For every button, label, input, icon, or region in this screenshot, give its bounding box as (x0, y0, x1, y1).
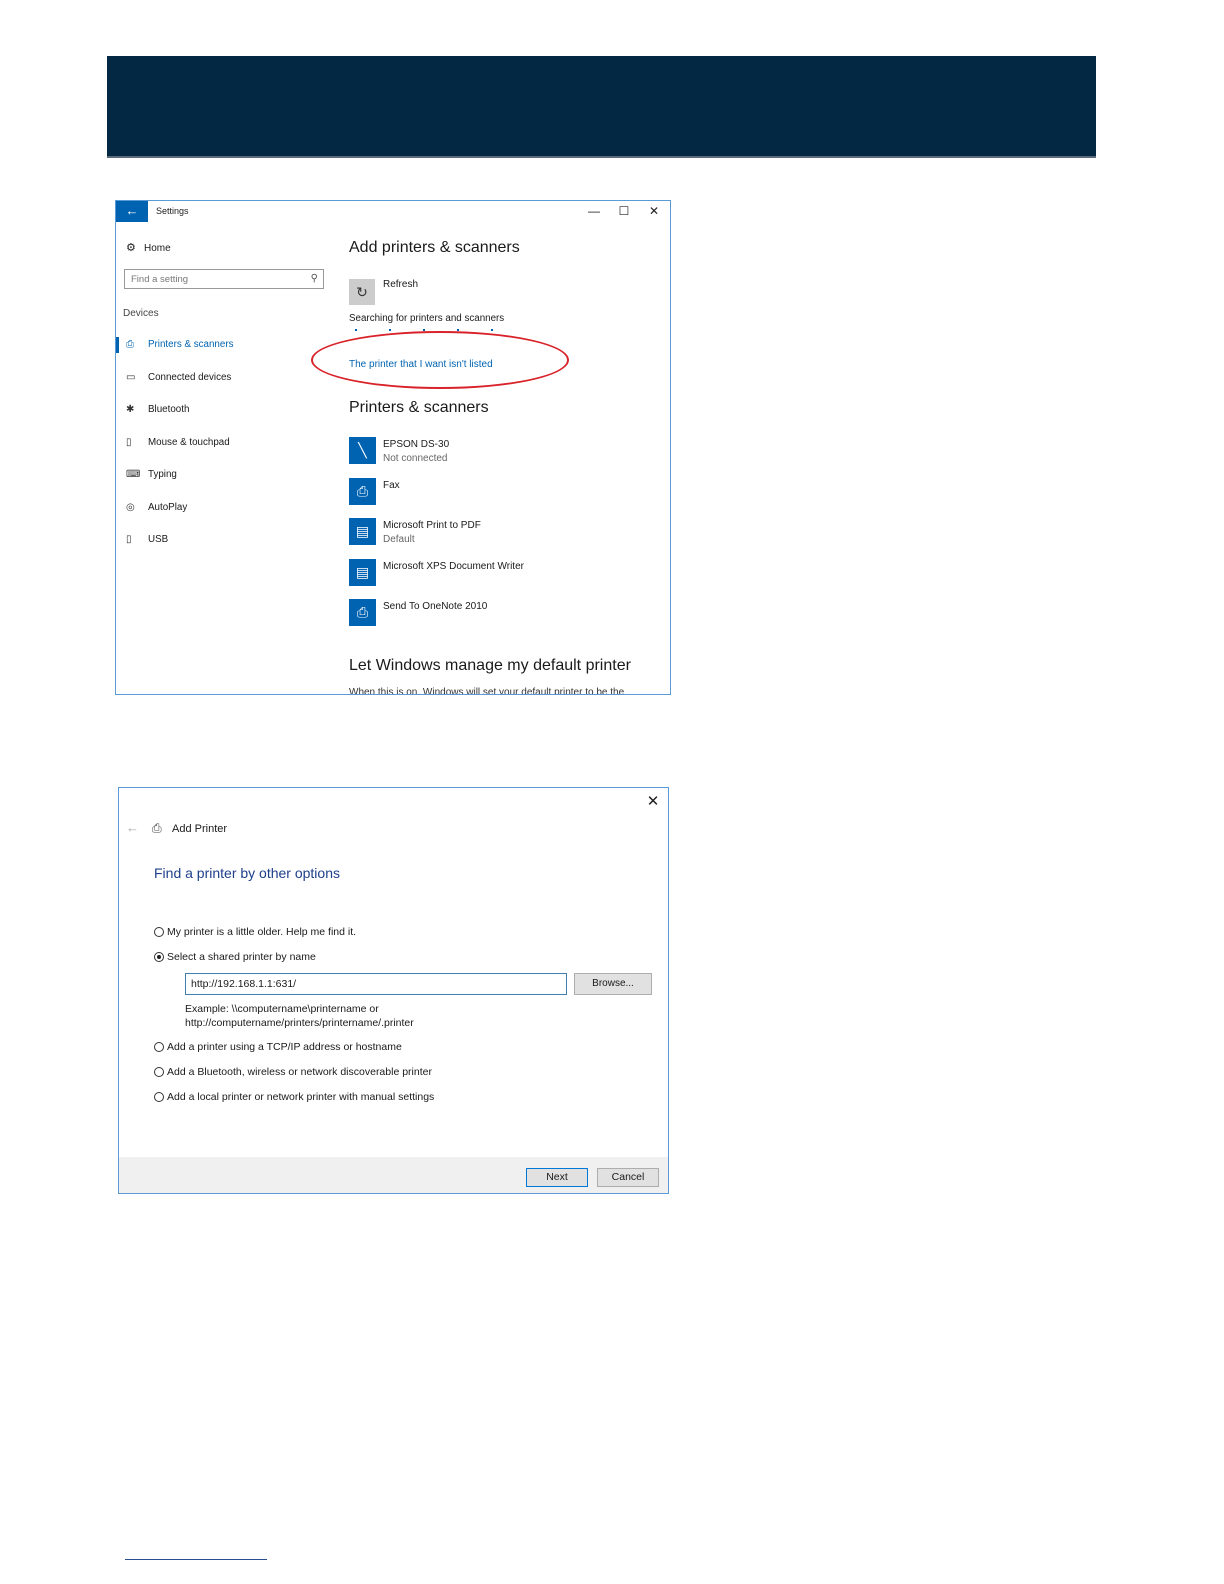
device-item[interactable]: ╲ EPSON DS-30 Not connected (349, 437, 669, 467)
dialog-title: Add Printer (172, 823, 228, 835)
printer-not-listed-link[interactable]: The printer that I want isn't listed (349, 359, 493, 370)
sidebar-item-mouse-touchpad[interactable]: ▯ Mouse & touchpad (126, 435, 230, 451)
gear-icon: ⚙ (126, 242, 136, 254)
option-shared-printer-by-name[interactable]: Select a shared printer by name (154, 950, 316, 964)
printer-icon: ⎙ (126, 339, 134, 350)
printer-icon: ⎙ (152, 821, 162, 835)
radio-button[interactable] (154, 1092, 164, 1102)
close-button[interactable]: ✕ (646, 204, 662, 218)
device-item[interactable]: ▤ Microsoft Print to PDF Default (349, 518, 669, 548)
minimize-button[interactable]: — (586, 204, 602, 218)
close-icon[interactable]: ✕ (645, 792, 661, 810)
radio-button[interactable] (154, 1067, 164, 1077)
refresh-button[interactable]: Refresh (383, 279, 418, 290)
mouse-icon: ▯ (126, 437, 132, 448)
sidebar-item-autoplay[interactable]: ◎ AutoPlay (126, 500, 187, 516)
cancel-button[interactable]: Cancel (597, 1168, 659, 1187)
option-older-printer[interactable]: My printer is a little older. Help me fi… (154, 925, 356, 939)
radio-button-selected[interactable] (154, 952, 164, 962)
device-item[interactable]: ▤ Microsoft XPS Document Writer (349, 559, 669, 589)
next-button[interactable]: Next (526, 1168, 588, 1187)
add-printer-dialog: ✕ ← ⎙ Add Printer Find a printer by othe… (118, 787, 669, 1194)
footnote-separator (125, 1559, 267, 1560)
sidebar-item-usb[interactable]: ▯ USB (126, 532, 168, 548)
fax-icon: ⎙ (349, 478, 376, 505)
devices-icon: ▭ (126, 372, 136, 383)
sidebar-section-title: Devices (123, 308, 159, 319)
refresh-icon[interactable]: ↻ (349, 279, 375, 305)
device-item[interactable]: ⎙ Fax (349, 478, 669, 508)
title-bar: ← Settings — ☐ ✕ (116, 201, 670, 223)
settings-window: ← Settings — ☐ ✕ ⚙ Home Find a setting ⚲ … (115, 200, 671, 695)
autoplay-icon: ◎ (126, 502, 135, 513)
radio-button[interactable] (154, 927, 164, 937)
search-icon: ⚲ (310, 273, 318, 284)
radio-button[interactable] (154, 1042, 164, 1052)
scanner-icon: ╲ (349, 437, 376, 464)
active-indicator (116, 337, 119, 353)
bluetooth-icon: ✱ (126, 404, 135, 415)
example-text: Example: \\computername\printername or h… (185, 1003, 414, 1029)
search-input[interactable]: Find a setting ⚲ (124, 269, 324, 289)
option-local-printer[interactable]: Add a local printer or network printer w… (154, 1090, 434, 1104)
sidebar-item-typing[interactable]: ⌨ Typing (126, 467, 177, 483)
add-printers-heading: Add printers & scanners (349, 239, 520, 256)
back-arrow-icon[interactable]: ← (126, 820, 139, 835)
onenote-printer-icon: ⎙ (349, 599, 376, 626)
printer-address-input[interactable] (185, 973, 567, 995)
default-printer-description: When this is on, Windows will set your d… (349, 687, 625, 695)
option-bluetooth-wireless[interactable]: Add a Bluetooth, wireless or network dis… (154, 1065, 432, 1079)
option-tcpip[interactable]: Add a printer using a TCP/IP address or … (154, 1040, 402, 1054)
sidebar-item-connected-devices[interactable]: ▭ Connected devices (126, 370, 231, 386)
maximize-button[interactable]: ☐ (616, 204, 632, 218)
device-item[interactable]: ⎙ Send To OneNote 2010 (349, 599, 669, 629)
back-arrow-icon[interactable]: ← (116, 201, 148, 222)
xps-printer-icon: ▤ (349, 559, 376, 586)
searching-status: Searching for printers and scanners (349, 313, 505, 324)
dialog-heading: Find a printer by other options (154, 865, 340, 881)
usb-icon: ▯ (126, 534, 132, 545)
printers-scanners-heading: Printers & scanners (349, 399, 489, 416)
pdf-printer-icon: ▤ (349, 518, 376, 545)
sidebar-item-home[interactable]: ⚙ Home (126, 241, 171, 254)
page-header-banner (107, 56, 1096, 158)
default-printer-heading: Let Windows manage my default printer (349, 657, 631, 674)
sidebar-item-bluetooth[interactable]: ✱ Bluetooth (126, 402, 189, 418)
sidebar-item-printers-scanners[interactable]: ⎙ Printers & scanners (126, 337, 233, 353)
keyboard-icon: ⌨ (126, 469, 141, 480)
browse-button[interactable]: Browse... (574, 973, 652, 995)
window-title: Settings (156, 206, 189, 216)
